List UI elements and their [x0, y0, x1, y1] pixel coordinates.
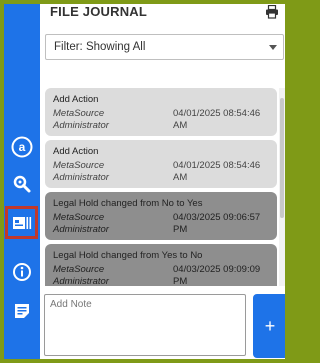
scrollbar-thumb[interactable] [280, 98, 284, 218]
entry-user: Administrator [53, 276, 109, 286]
file-journal-panel: FILE JOURNAL Filter: Showing All Add Act… [40, 4, 285, 359]
entry-action: Add Action [53, 94, 99, 105]
entry-source: MetaSource [53, 212, 105, 223]
filter-select[interactable]: Filter: Showing All [45, 34, 284, 60]
entry-datetime: 04/03/2025 09:09:09 PM [173, 264, 261, 286]
entry-source: MetaSource [53, 264, 105, 275]
entry-user: Administrator [53, 120, 109, 131]
filter-value: Filter: Showing All [54, 41, 146, 53]
notes-icon[interactable] [7, 296, 37, 326]
chevron-down-icon [269, 45, 277, 50]
entry-datetime: 04/01/2025 08:54:46 AM [173, 160, 261, 183]
list-scrollbar[interactable] [279, 88, 285, 286]
info-icon[interactable] [7, 257, 37, 287]
journal-list[interactable]: Add Action MetaSource Administrator 04/0… [45, 88, 277, 286]
sidebar-rail: a [4, 4, 40, 359]
svg-text:a: a [19, 140, 26, 154]
entry-action: Add Action [53, 146, 99, 157]
add-note-button[interactable]: + [253, 294, 285, 358]
entry-datetime: 04/03/2025 09:06:57 PM [173, 212, 261, 235]
metasource-logo-icon[interactable]: a [7, 132, 37, 162]
entry-datetime: 04/01/2025 08:54:46 AM [173, 108, 261, 131]
entry-source: MetaSource [53, 160, 105, 171]
entry-action: Legal Hold changed from Yes to No [53, 250, 203, 261]
print-icon[interactable] [265, 4, 279, 24]
add-note-field[interactable] [44, 294, 246, 356]
entry-user: Administrator [53, 172, 109, 183]
journal-entry[interactable]: Add Action MetaSource Administrator 04/0… [45, 88, 277, 136]
search-icon[interactable] [7, 169, 37, 199]
entry-source: MetaSource [53, 108, 105, 119]
entry-user: Administrator [53, 224, 109, 235]
journal-entry[interactable]: Legal Hold changed from No to Yes MetaSo… [45, 192, 277, 240]
journal-entry[interactable]: Add Action MetaSource Administrator 04/0… [45, 140, 277, 188]
panel-title: FILE JOURNAL [50, 4, 148, 19]
file-journal-icon[interactable] [5, 206, 38, 239]
journal-entry[interactable]: Legal Hold changed from Yes to No MetaSo… [45, 244, 277, 286]
entry-action: Legal Hold changed from No to Yes [53, 198, 203, 209]
app-frame: a FILE JOURNAL Filter: Showing All Add A… [4, 4, 285, 359]
